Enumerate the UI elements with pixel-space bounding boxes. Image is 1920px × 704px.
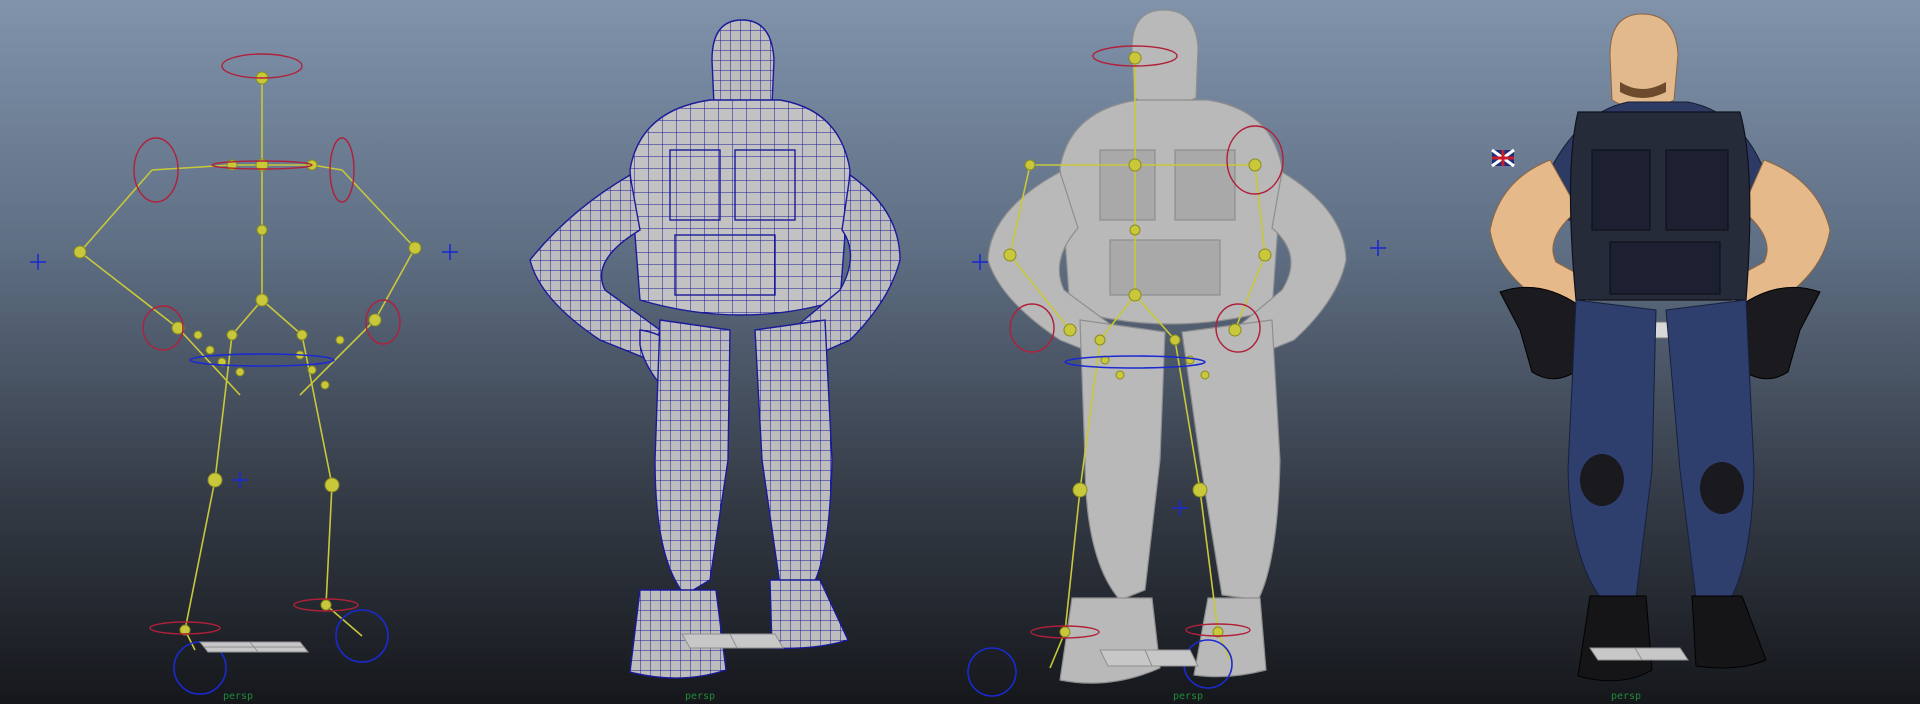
camera-label: persp [1172,691,1204,702]
panel-skeleton-rig[interactable]: persp [0,0,480,704]
panel-textured-model[interactable]: persp [1440,0,1920,704]
grid-plane-icon [681,633,784,649]
skeleton-rig-drawing [30,53,458,695]
panel-skinned-rig[interactable]: persp [960,0,1440,704]
grid-plane-icon [1589,647,1689,661]
maya-viewport[interactable]: persp persp persp persp [0,0,1920,704]
skinned-rig-drawing [967,9,1386,697]
camera-label: persp [684,691,716,702]
panel-wireframe-mesh[interactable]: persp [480,0,960,704]
camera-label: persp [222,691,254,702]
camera-label: persp [1610,691,1642,702]
grid-plane-icon [1099,649,1199,667]
grid-plane-icon [198,641,310,653]
flag-patch-icon [1491,148,1515,168]
textured-model-drawing [1489,13,1831,682]
wireframe-mesh-drawing [529,19,901,679]
